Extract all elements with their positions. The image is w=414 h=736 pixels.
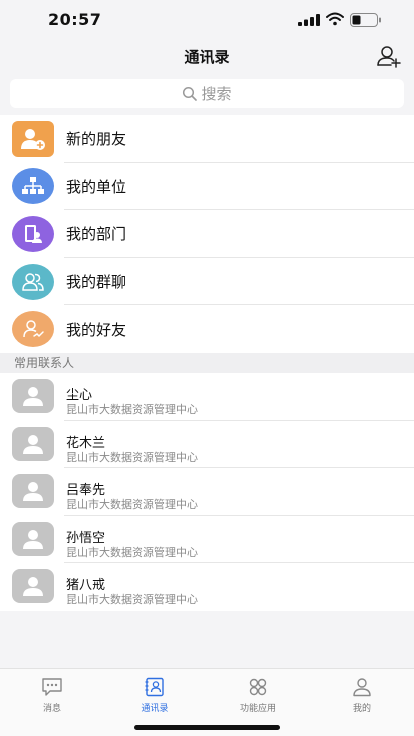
contact-org: 昆山市大数据资源管理中心	[66, 498, 198, 512]
contact-row[interactable]: 尘心 昆山市大数据资源管理中心	[0, 373, 414, 421]
tab-label: 通讯录	[141, 704, 169, 714]
apps-icon	[249, 678, 267, 696]
add-contact-icon[interactable]	[376, 44, 402, 68]
department-icon	[12, 215, 54, 252]
avatar-placeholder-icon	[12, 569, 54, 604]
battery-icon	[350, 13, 381, 27]
menu-item-my-department[interactable]: 我的部门	[0, 210, 414, 258]
contacts-menu: 新的朋友 我的单位 我的部门 我的群聊 我的好友	[0, 115, 414, 353]
menu-item-my-unit[interactable]: 我的单位	[0, 163, 414, 211]
menu-label: 我的部门	[66, 225, 127, 244]
contact-org: 昆山市大数据资源管理中心	[66, 545, 198, 559]
avatar-placeholder-icon	[12, 474, 54, 509]
search-icon	[183, 86, 198, 101]
tab-label: 消息	[42, 704, 61, 714]
menu-label: 我的单位	[66, 177, 127, 196]
contacts-icon	[145, 677, 164, 697]
menu-item-my-friends[interactable]: 我的好友	[0, 305, 414, 353]
search-input[interactable]: 搜索	[10, 79, 404, 108]
new-friend-icon	[12, 120, 54, 157]
menu-label: 新的朋友	[66, 130, 127, 149]
menu-item-new-friends[interactable]: 新的朋友	[0, 115, 414, 163]
contact-list: 尘心 昆山市大数据资源管理中心 花木兰 昆山市大数据资源管理中心 吕奉先 昆山市…	[0, 373, 414, 611]
cellular-signal-icon	[298, 14, 320, 26]
menu-label: 我的好友	[66, 320, 127, 339]
wifi-icon	[326, 12, 344, 26]
contact-row[interactable]: 吕奉先 昆山市大数据资源管理中心	[0, 468, 414, 516]
contact-row[interactable]: 猪八戒 昆山市大数据资源管理中心	[0, 563, 414, 611]
group-chat-icon	[12, 263, 54, 300]
avatar-placeholder-icon	[12, 426, 54, 461]
avatar-placeholder-icon	[12, 521, 54, 556]
search-placeholder: 搜索	[201, 85, 232, 103]
contacts-screen: 20:57 通讯录 搜索 新的朋友 我的单位 我的部门 我的群聊 我的好友 常用…	[0, 0, 414, 736]
nav-bar: 通讯录	[0, 40, 414, 76]
contact-row[interactable]: 孙悟空 昆山市大数据资源管理中心	[0, 516, 414, 564]
menu-item-my-groups[interactable]: 我的群聊	[0, 258, 414, 306]
menu-label: 我的群聊	[66, 273, 127, 292]
section-header-frequent-contacts: 常用联系人	[0, 353, 414, 373]
profile-icon	[353, 678, 371, 697]
tab-apps[interactable]: 功能应用	[213, 677, 303, 717]
home-indicator	[134, 725, 280, 730]
message-icon	[42, 678, 62, 696]
page-title: 通讯录	[184, 48, 230, 66]
friends-icon	[12, 311, 54, 348]
tab-contacts[interactable]: 通讯录	[110, 677, 200, 717]
status-time: 20:57	[48, 10, 102, 29]
contact-org: 昆山市大数据资源管理中心	[66, 403, 198, 416]
contact-row[interactable]: 花木兰 昆山市大数据资源管理中心	[0, 421, 414, 469]
org-chart-icon	[12, 168, 54, 205]
avatar-placeholder-icon	[12, 379, 54, 413]
tab-label: 我的	[352, 704, 371, 714]
contact-org: 昆山市大数据资源管理中心	[66, 593, 198, 607]
tab-messages[interactable]: 消息	[7, 677, 97, 717]
tab-profile[interactable]: 我的	[317, 677, 407, 717]
contact-org: 昆山市大数据资源管理中心	[66, 450, 198, 464]
status-bar: 20:57	[0, 0, 414, 40]
tab-label: 功能应用	[239, 704, 276, 714]
